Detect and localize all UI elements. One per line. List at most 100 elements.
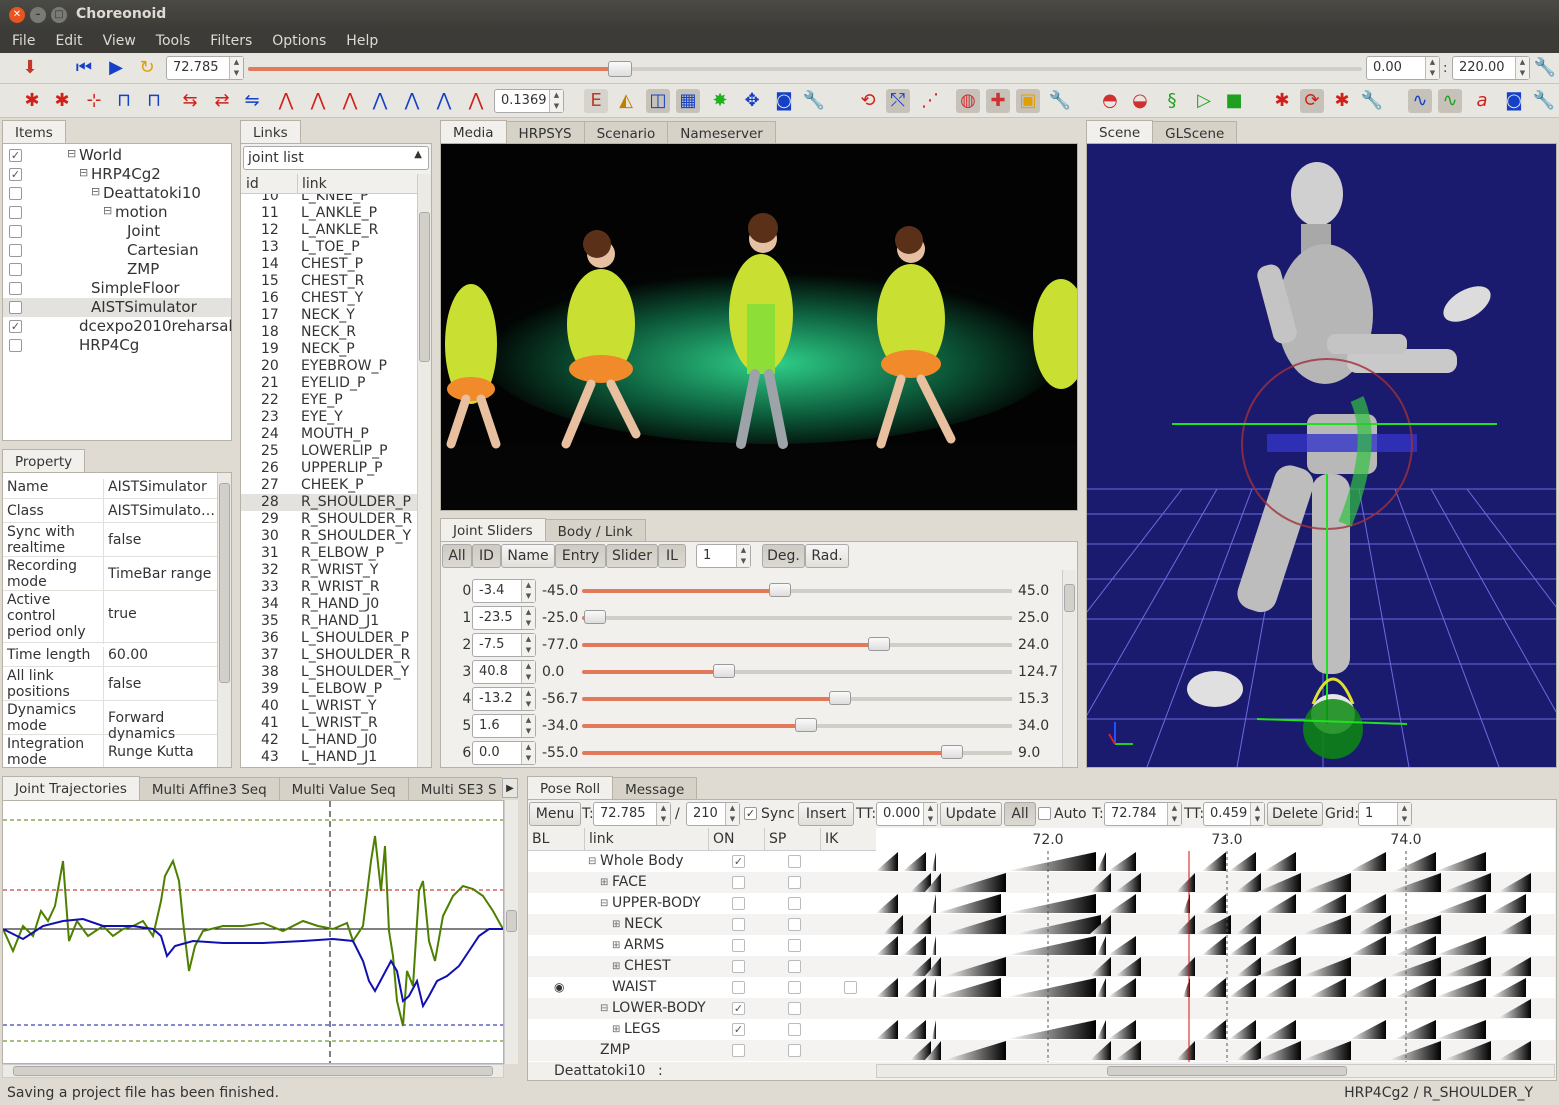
link-row[interactable]: 35 R_HAND_J1 [241, 613, 417, 630]
sp-checkbox[interactable] [788, 918, 801, 931]
trajectory-hscroll[interactable] [2, 1064, 504, 1078]
item-checkbox[interactable] [9, 225, 22, 238]
cross-icon[interactable]: ✚ [986, 89, 1010, 113]
menu-view[interactable]: View [91, 30, 144, 49]
pose-wrench-icon[interactable]: 🔧 [1360, 89, 1384, 113]
tab-property[interactable]: Property [2, 449, 86, 474]
tab-nameserver[interactable]: Nameserver [667, 121, 776, 145]
link-row[interactable]: 20 EYEBROW_P [241, 358, 417, 375]
deg-toggle[interactable]: Deg. [762, 544, 805, 568]
paint-icon[interactable]: ◭ [614, 89, 638, 113]
expand-toggle-icon[interactable]: ⊞ [600, 872, 608, 893]
sim-play-icon[interactable]: ▷ [1192, 89, 1216, 113]
menu-help[interactable]: Help [334, 30, 386, 49]
pose-total-spinbox[interactable]: 210 ▲ ▼ [686, 802, 740, 826]
property-value[interactable]: TimeBar range [103, 558, 215, 592]
tab-message[interactable]: Message [612, 777, 698, 801]
collision-icon[interactable]: ✸ [708, 89, 732, 113]
pose-roll-row[interactable]: ZMP [528, 1040, 876, 1061]
property-scrollbar[interactable] [217, 473, 231, 767]
link-row[interactable]: 10 L_KNEE_P [241, 194, 417, 205]
refresh-icon[interactable]: ↻ [135, 56, 159, 80]
property-row[interactable]: All link positions false [3, 667, 231, 702]
link-row[interactable]: 16 CHEST_Y [241, 290, 417, 307]
tabs-scroll-right-arrow[interactable]: ▶ [502, 778, 518, 798]
start-time-spinbox[interactable]: 0.00 ▲ ▼ [1366, 56, 1440, 80]
link-row[interactable]: 27 CHEEK_P [241, 477, 417, 494]
ik-checkbox[interactable] [844, 981, 857, 994]
tab-scenario[interactable]: Scenario [583, 121, 669, 145]
sim-stop-icon[interactable]: ■ [1222, 89, 1246, 113]
on-checkbox[interactable] [732, 960, 745, 973]
sliders-scroll-thumb[interactable] [1064, 584, 1075, 612]
pose-time-spinbox[interactable]: 72.785 ▲ ▼ [593, 802, 671, 826]
pose-roll-row[interactable]: ⊞ CHEST [528, 956, 876, 977]
link-row[interactable]: 15 CHEST_R [241, 273, 417, 290]
joint-slider[interactable] [582, 697, 1012, 701]
joint-slider-handle[interactable] [867, 637, 890, 651]
stance-width-spinbox[interactable]: 0.1369 ▲ ▼ [494, 89, 564, 113]
item-checkbox[interactable] [9, 301, 22, 314]
item-checkbox[interactable] [9, 244, 22, 257]
skeleton-icon[interactable]: ⊓ [112, 89, 136, 113]
item-checkbox[interactable]: ✓ [9, 149, 22, 162]
fit-icon[interactable]: ✥ [740, 89, 764, 113]
sim-start-icon[interactable]: ◓ [1098, 89, 1122, 113]
body-pose-icon[interactable]: ✱ [20, 89, 44, 113]
expand-toggle-icon[interactable]: ⊟ [103, 204, 112, 217]
joint-slider[interactable] [582, 589, 1012, 593]
item-checkbox[interactable] [9, 263, 22, 276]
expand-toggle-icon[interactable]: ⊞ [612, 914, 620, 935]
slider-toggle[interactable]: Slider [606, 544, 658, 568]
trajectory-hscroll-thumb[interactable] [13, 1066, 493, 1076]
scene-wrench-icon[interactable]: 🔧 [802, 89, 826, 113]
time-spinbox[interactable]: 72.785 ▲ ▼ [166, 56, 244, 80]
pose-icon[interactable]: ✱ [1270, 89, 1294, 113]
expand-toggle-icon[interactable]: ⊞ [612, 956, 620, 977]
pose-roll-row[interactable]: ⊞ LEGS ✓ [528, 1019, 876, 1040]
on-checkbox[interactable] [732, 897, 745, 910]
link-row[interactable]: 18 NECK_R [241, 324, 417, 341]
rotate-icon[interactable]: ⟳ [1300, 89, 1324, 113]
stance-3-icon[interactable]: ⋀ [338, 89, 362, 113]
joint-list-combo[interactable]: joint list ▲ [243, 146, 429, 170]
ik-2-icon[interactable]: ⋰ [918, 89, 942, 113]
on-checkbox[interactable] [732, 981, 745, 994]
sp-checkbox[interactable] [788, 1002, 801, 1015]
item-label[interactable]: Cartesian [127, 241, 199, 259]
body-pose-2-icon[interactable]: ✱ [50, 89, 74, 113]
expand-toggle-icon[interactable]: ⊟ [91, 185, 100, 198]
waveform-2-icon[interactable]: ∿ [1438, 89, 1462, 113]
item-checkbox[interactable] [9, 187, 22, 200]
tab-body-link[interactable]: Body / Link [544, 519, 646, 543]
item-label[interactable]: Joint [127, 222, 160, 240]
insert-button[interactable]: Insert [798, 802, 854, 826]
link-row[interactable]: 19 NECK_P [241, 341, 417, 358]
tab-multi-affine3-seq[interactable]: Multi Affine3 Seq [138, 777, 280, 800]
item-checkbox[interactable] [9, 339, 22, 352]
waveform-icon[interactable]: ∿ [1408, 89, 1432, 113]
link-row[interactable]: 32 R_WRIST_Y [241, 562, 417, 579]
property-row[interactable]: Recording mode TimeBar range [3, 557, 231, 592]
link-row[interactable]: 11 L_ANKLE_P [241, 205, 417, 222]
render-icon[interactable]: ◙ [1502, 89, 1526, 113]
link-row[interactable]: 33 R_WRIST_R [241, 579, 417, 596]
joint-slider-handle[interactable] [768, 583, 791, 597]
link-row[interactable]: 38 L_SHOULDER_Y [241, 664, 417, 681]
joint-value-spinbox[interactable]: 40.8 ▲ ▼ [472, 660, 536, 684]
joint-value-spinbox[interactable]: -13.2 ▲ ▼ [472, 687, 536, 711]
expand-toggle-icon[interactable]: ⊟ [600, 893, 608, 914]
link-row[interactable]: 23 EYE_Y [241, 409, 417, 426]
time-slider-handle[interactable] [608, 61, 632, 77]
property-value[interactable]: Forward dynamics [103, 702, 215, 742]
stance-width-icon[interactable]: ⋀ [464, 89, 488, 113]
entry-toggle[interactable]: Entry [555, 544, 606, 568]
item-checkbox[interactable] [9, 206, 22, 219]
sp-checkbox[interactable] [788, 1023, 801, 1036]
trajectory-graph[interactable] [2, 800, 504, 1064]
tab-scene[interactable]: Scene [1086, 120, 1154, 145]
link-row[interactable]: 34 R_HAND_J0 [241, 596, 417, 613]
grid-icon[interactable]: ▦ [676, 89, 700, 113]
link-row[interactable]: 42 L_HAND_J0 [241, 732, 417, 749]
tab-joint-sliders[interactable]: Joint Sliders [440, 518, 546, 543]
